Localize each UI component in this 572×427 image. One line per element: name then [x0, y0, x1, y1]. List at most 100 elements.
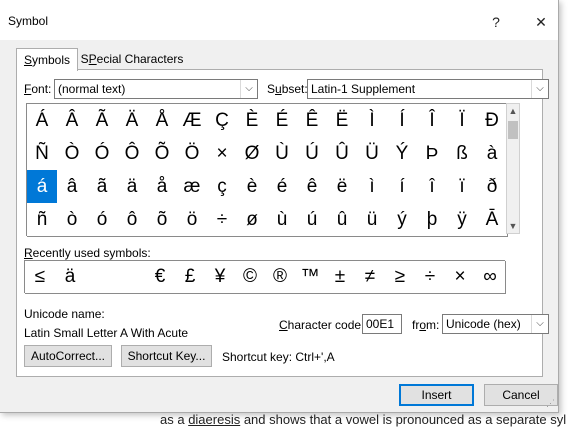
symbol-cell[interactable]: ü [357, 203, 388, 237]
symbol-cell[interactable]: ý [387, 203, 418, 237]
symbol-cell[interactable]: Ô [117, 137, 148, 171]
symbol-cell[interactable]: Ì [357, 104, 388, 138]
symbol-cell[interactable]: ä [117, 170, 148, 204]
chevron-down-icon[interactable]: ⌵ [531, 315, 548, 333]
symbol-cell[interactable]: Ê [297, 104, 328, 138]
symbol-cell[interactable]: í [387, 170, 418, 204]
insert-button[interactable]: Insert [399, 384, 474, 406]
symbol-grid-scrollbar[interactable]: ▲ ▼ [506, 103, 520, 234]
tab-special-characters[interactable]: SPecial Characters [78, 48, 186, 70]
recent-symbol-cell[interactable] [85, 261, 116, 294]
symbol-cell[interactable]: Ç [207, 104, 238, 138]
symbol-cell[interactable]: ò [57, 203, 88, 237]
symbol-cell[interactable]: Î [417, 104, 448, 138]
resize-grip-icon[interactable]: ⋰ [546, 398, 555, 409]
symbol-cell[interactable]: Õ [147, 137, 178, 171]
symbol-cell[interactable]: ï [447, 170, 478, 204]
symbol-cell[interactable]: ÷ [207, 203, 238, 237]
recent-symbol-cell[interactable]: ÷ [415, 261, 446, 294]
symbol-cell[interactable]: Ï [447, 104, 478, 138]
symbol-cell[interactable]: ë [327, 170, 358, 204]
recent-symbol-cell[interactable]: € [145, 261, 176, 294]
close-icon[interactable]: ✕ [525, 8, 557, 36]
symbol-cell[interactable]: Â [57, 104, 88, 138]
symbol-cell[interactable]: ø [237, 203, 268, 237]
symbol-cell[interactable]: ñ [27, 203, 58, 237]
symbol-cell[interactable]: Ò [57, 137, 88, 171]
symbol-cell[interactable]: î [417, 170, 448, 204]
symbol-cell[interactable]: Ù [267, 137, 298, 171]
symbol-cell[interactable]: ù [267, 203, 298, 237]
shortcut-key-button[interactable]: Shortcut Key... [121, 345, 212, 367]
symbol-cell[interactable]: Ó [87, 137, 118, 171]
symbol-cell[interactable]: × [207, 137, 238, 171]
recent-symbol-cell[interactable]: ≥ [385, 261, 416, 294]
symbol-cell[interactable]: Ā [477, 203, 508, 237]
chevron-down-icon[interactable]: ⌵ [531, 80, 548, 98]
symbol-cell[interactable]: Å [147, 104, 178, 138]
symbol-cell[interactable]: Ë [327, 104, 358, 138]
symbol-cell[interactable]: Í [387, 104, 418, 138]
symbol-cell[interactable]: Ä [117, 104, 148, 138]
recent-symbol-cell[interactable]: ä [55, 261, 86, 294]
symbol-cell[interactable]: ã [87, 170, 118, 204]
symbol-cell[interactable]: à [477, 137, 508, 171]
symbol-cell[interactable]: å [147, 170, 178, 204]
symbol-cell[interactable]: ç [207, 170, 238, 204]
symbol-cell[interactable]: Ã [87, 104, 118, 138]
symbol-cell[interactable]: ÿ [447, 203, 478, 237]
recent-symbol-cell[interactable]: × [445, 261, 476, 294]
recent-symbol-cell[interactable]: ≤ [25, 261, 56, 294]
symbol-cell[interactable]: ì [357, 170, 388, 204]
symbol-cell[interactable]: É [267, 104, 298, 138]
recent-symbol-cell[interactable]: ® [265, 261, 296, 294]
symbol-cell[interactable]: ô [117, 203, 148, 237]
symbol-cell[interactable]: é [267, 170, 298, 204]
font-select[interactable]: (normal text) ⌵ [54, 79, 258, 99]
symbol-cell[interactable]: Ü [357, 137, 388, 171]
scroll-thumb[interactable] [508, 121, 518, 139]
tab-symbols[interactable]: Symbols [16, 48, 78, 71]
symbol-cell[interactable]: ú [297, 203, 328, 237]
recent-symbol-cell[interactable]: ≠ [355, 261, 386, 294]
recent-symbol-cell[interactable]: ± [325, 261, 356, 294]
symbol-cell[interactable]: ß [447, 137, 478, 171]
recent-symbol-cell[interactable] [115, 261, 146, 294]
symbol-cell[interactable]: Û [327, 137, 358, 171]
dialog-title: Symbol [8, 14, 49, 28]
recent-symbol-cell[interactable]: £ [175, 261, 206, 294]
recent-symbol-cell[interactable]: ¥ [205, 261, 236, 294]
character-code-input[interactable]: 00E1 [362, 314, 402, 334]
symbol-cell[interactable]: ö [177, 203, 208, 237]
recent-symbol-cell[interactable]: © [235, 261, 266, 294]
symbol-cell[interactable]: æ [177, 170, 208, 204]
scroll-down-icon[interactable]: ▼ [507, 219, 519, 233]
help-button[interactable]: ? [480, 8, 512, 36]
symbol-cell[interactable]: Ý [387, 137, 418, 171]
symbol-cell[interactable]: Ú [297, 137, 328, 171]
symbol-cell[interactable]: Ð [477, 104, 508, 138]
symbol-cell[interactable]: á [27, 170, 58, 204]
symbol-cell[interactable]: ê [297, 170, 328, 204]
recent-symbol-cell[interactable]: ∞ [475, 261, 506, 294]
subset-select[interactable]: Latin-1 Supplement ⌵ [307, 79, 549, 99]
symbol-cell[interactable]: õ [147, 203, 178, 237]
symbol-cell[interactable]: ó [87, 203, 118, 237]
symbol-cell[interactable]: è [237, 170, 268, 204]
symbol-cell[interactable]: Þ [417, 137, 448, 171]
symbol-cell[interactable]: â [57, 170, 88, 204]
symbol-cell[interactable]: û [327, 203, 358, 237]
symbol-cell[interactable]: Á [27, 104, 58, 138]
scroll-up-icon[interactable]: ▲ [507, 104, 519, 118]
chevron-down-icon[interactable]: ⌵ [240, 80, 257, 98]
symbol-cell[interactable]: Ñ [27, 137, 58, 171]
symbol-cell[interactable]: È [237, 104, 268, 138]
symbol-cell[interactable]: Æ [177, 104, 208, 138]
symbol-cell[interactable]: þ [417, 203, 448, 237]
symbol-cell[interactable]: ð [477, 170, 508, 204]
from-select[interactable]: Unicode (hex) ⌵ [442, 314, 549, 334]
symbol-cell[interactable]: Ø [237, 137, 268, 171]
autocorrect-button[interactable]: AutoCorrect... [24, 345, 112, 367]
symbol-cell[interactable]: Ö [177, 137, 208, 171]
recent-symbol-cell[interactable]: ™ [295, 261, 326, 294]
